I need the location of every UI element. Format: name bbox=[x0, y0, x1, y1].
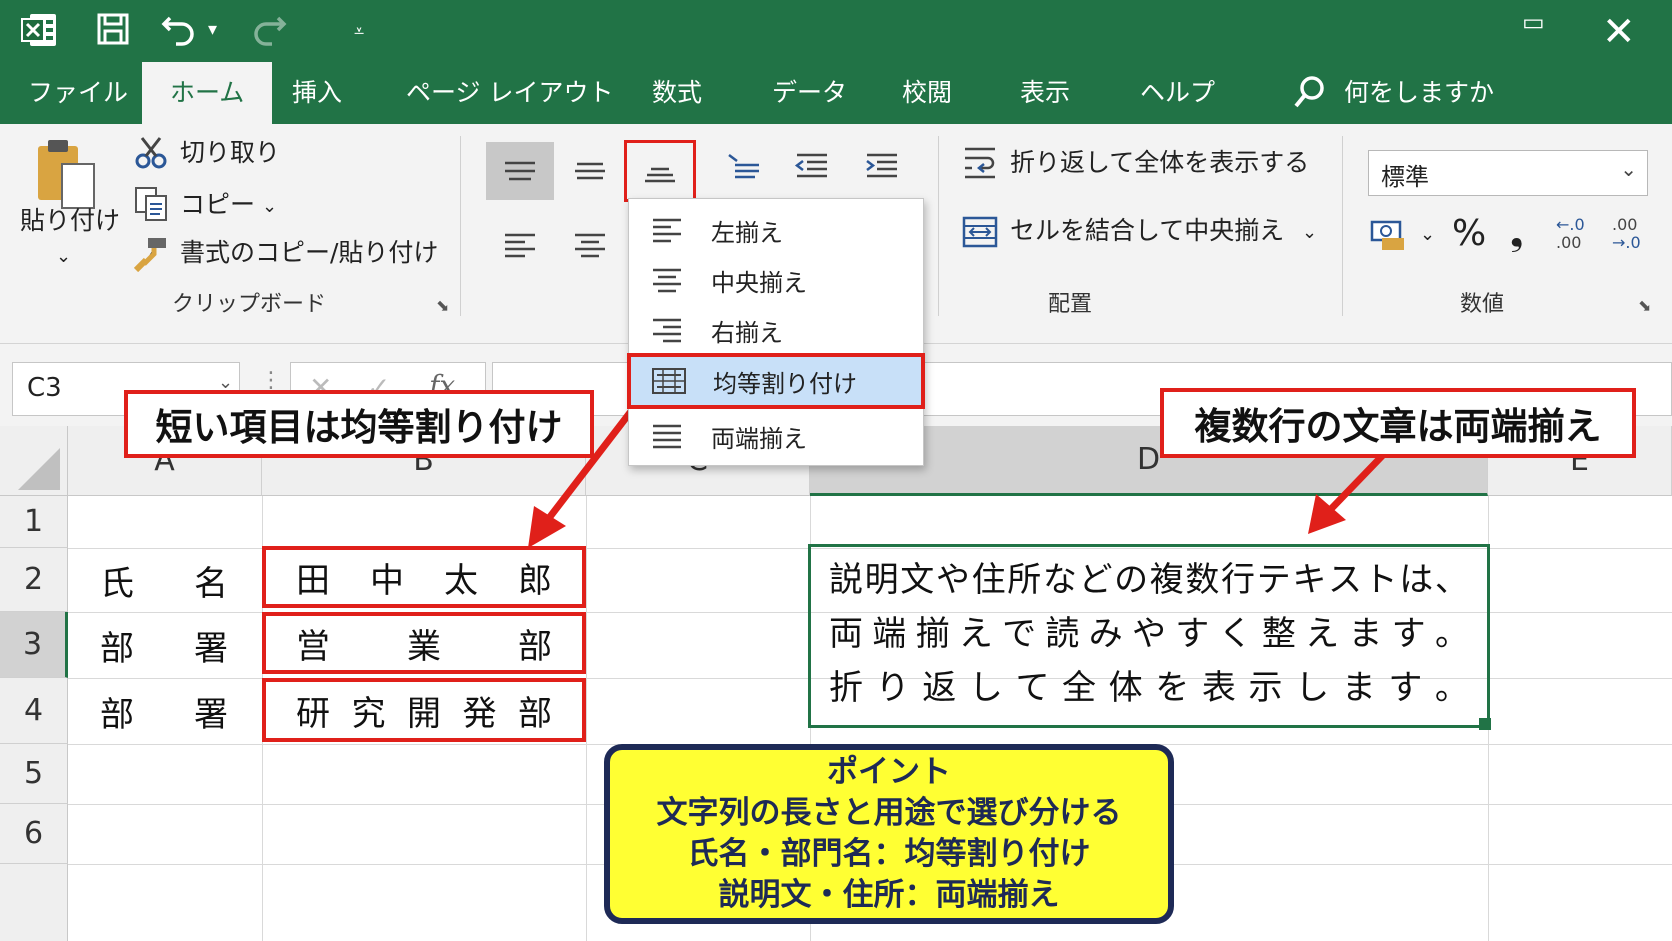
menu-item-label: 右揃え bbox=[711, 318, 783, 347]
menu-item-label: 両端揃え bbox=[711, 424, 807, 453]
menu-item-justify[interactable]: 両端揃え bbox=[629, 411, 923, 461]
menu-item-align-center[interactable]: 中央揃え bbox=[629, 255, 923, 305]
menu-item-align-right[interactable]: 右揃え bbox=[629, 305, 923, 355]
justify-icon bbox=[653, 424, 681, 449]
arrow-to-d-column bbox=[1327, 451, 1387, 513]
point-title: ポイント bbox=[827, 754, 951, 790]
align-left-icon bbox=[653, 218, 681, 243]
point-line: 説明文・住所：両端揃え bbox=[718, 877, 1060, 913]
point-line: 氏名・部門名：均等割り付け bbox=[687, 836, 1091, 872]
align-center-icon bbox=[653, 268, 681, 293]
horizontal-align-menu: 左揃え 中央揃え 右揃え 均等割り付け 両端揃え bbox=[627, 198, 925, 466]
menu-item-distributed[interactable]: 均等割り付け bbox=[627, 353, 925, 409]
menu-item-label: 左揃え bbox=[711, 218, 783, 247]
point-note: ポイント 文字列の長さと用途で選び分ける 氏名・部門名：均等割り付け 説明文・住… bbox=[604, 744, 1174, 924]
menu-item-label: 均等割り付け bbox=[713, 369, 857, 398]
distributed-icon bbox=[652, 368, 686, 394]
callout-left: 短い項目は均等割り付け bbox=[124, 390, 594, 458]
menu-item-label: 中央揃え bbox=[711, 268, 807, 297]
point-line: 文字列の長さと用途で選び分ける bbox=[656, 795, 1122, 831]
menu-item-align-left[interactable]: 左揃え bbox=[629, 205, 923, 255]
callout-right: 複数行の文章は両端揃え bbox=[1160, 388, 1636, 458]
arrow-head-b bbox=[528, 506, 566, 548]
align-right-icon bbox=[653, 318, 681, 343]
